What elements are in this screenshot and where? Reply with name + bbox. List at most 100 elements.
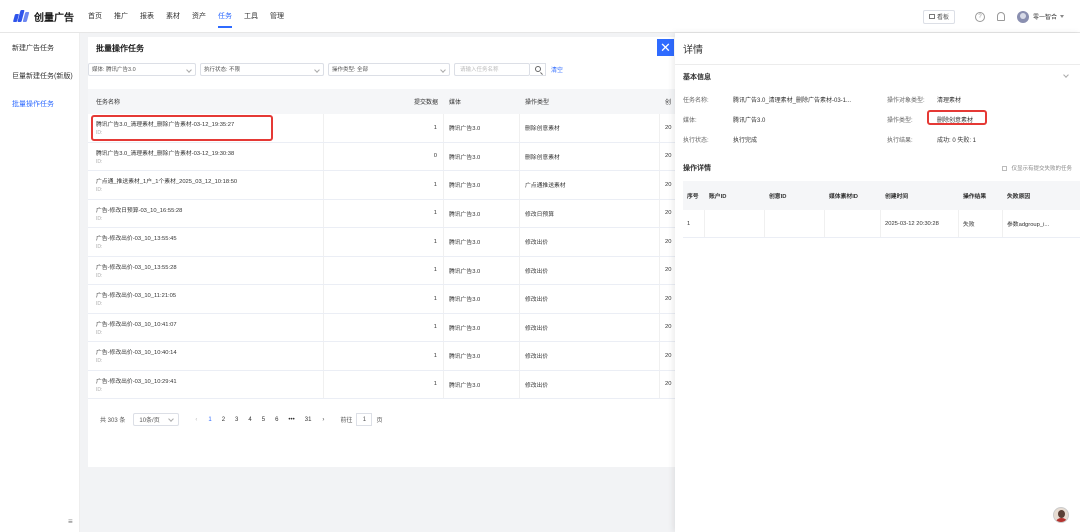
prev-page-button[interactable]: ‹ bbox=[195, 417, 197, 423]
nav-assets[interactable]: 资产 bbox=[192, 0, 206, 33]
field-task-name: 任务名称: 腾讯广告3.0_清理素材_删除广告素材-03-1... bbox=[683, 95, 851, 104]
sidebar-item-juliang-new-task[interactable]: 巨量新建任务(新版) bbox=[0, 65, 79, 93]
table-row[interactable]: 广告-修改出价-03_10_10:40:14 ID: 1 腾讯广告3.0 修改出价 20 bbox=[88, 342, 680, 371]
search-button[interactable] bbox=[530, 62, 546, 76]
app-logo[interactable]: 创量广告 bbox=[12, 9, 84, 24]
task-name[interactable]: 广告-修改出价-03_10_10:40:14 bbox=[96, 347, 323, 356]
cell-task-name[interactable]: 广告-修改日预算-03_10_16:55:28 ID: bbox=[88, 199, 324, 227]
table-row[interactable]: 腾讯广告3.0_清理素材_删除广告素材-03-12_19:30:38 ID: 0 腾讯… bbox=[88, 142, 680, 171]
cell-task-name[interactable]: 广点通_推送素材_1户_1个素材_2025_03_12_10:18:50 ID: bbox=[88, 171, 324, 199]
task-id: ID: bbox=[96, 187, 103, 194]
basic-info-title: 基本信息 bbox=[683, 74, 711, 81]
cell-index: 1 bbox=[683, 210, 705, 237]
cell-task-name[interactable]: 腾讯广告3.0_清理素材_删除广告素材-03-12_19:30:38 ID: bbox=[88, 142, 324, 170]
cell-op-type: 修改出价 bbox=[520, 370, 660, 398]
cell-task-name[interactable]: 广告-修改出价-03_10_13:55:45 ID: bbox=[88, 228, 324, 256]
nav-promotion[interactable]: 推广 bbox=[114, 0, 128, 33]
task-name[interactable]: 广点通_推送素材_1户_1个素材_2025_03_12_10:18:50 bbox=[96, 176, 323, 185]
user-name[interactable]: 零一智合 bbox=[1033, 12, 1057, 21]
help-icon[interactable]: ? bbox=[974, 11, 985, 22]
page-size-select[interactable]: 10条/页 bbox=[133, 413, 180, 426]
field-label: 执行结果: bbox=[887, 138, 913, 144]
next-page-button[interactable]: › bbox=[322, 417, 324, 423]
media-filter-select[interactable]: 媒体: 腾讯广告3.0 bbox=[88, 62, 196, 76]
task-name[interactable]: 广告-修改出价-03_10_13:55:28 bbox=[96, 262, 323, 271]
media-filter-value: 媒体: 腾讯广告3.0 bbox=[92, 67, 136, 73]
sidebar-item-batch-tasks[interactable]: 批量操作任务 bbox=[0, 93, 79, 121]
page-number[interactable]: 3 bbox=[235, 417, 238, 423]
field-label: 执行状态: bbox=[683, 138, 709, 144]
task-name[interactable]: 腾讯广告3.0_清理素材_删除广告素材-03-12_19:30:38 bbox=[96, 148, 323, 157]
page-number[interactable]: 1 bbox=[208, 417, 211, 423]
page-number[interactable]: 5 bbox=[262, 417, 265, 423]
task-name[interactable]: 广告-修改出价-03_10_10:29:41 bbox=[96, 376, 323, 385]
cell-media: 腾讯广告3.0 bbox=[444, 114, 520, 142]
cell-fail-reason[interactable]: 参数adgroup_i... bbox=[1003, 210, 1080, 237]
cell-submit-count: 1 bbox=[324, 171, 444, 199]
page-size-value: 10条/页 bbox=[139, 418, 160, 424]
table-row[interactable]: 广告-修改出价-03_10_10:41:07 ID: 1 腾讯广告3.0 修改出价 20 bbox=[88, 313, 680, 342]
sidebar: 新建广告任务 巨量新建任务(新版) 批量操作任务 ≡ bbox=[0, 33, 80, 532]
cell-task-name[interactable]: 广告-修改出价-03_10_10:40:14 ID: bbox=[88, 342, 324, 370]
field-value: 成功: 0 失败: 1 bbox=[937, 138, 977, 144]
clear-filters-link[interactable]: 清空 bbox=[551, 65, 563, 74]
collapse-chevron-icon[interactable] bbox=[1063, 72, 1069, 78]
only-failed-checkbox[interactable]: 仅显示有提交失败的任务 bbox=[1002, 164, 1072, 172]
table-row[interactable]: 广告-修改出价-03_10_13:55:28 ID: 1 腾讯广告3.0 修改出价 20 bbox=[88, 256, 680, 285]
task-name[interactable]: 广告-修改日预算-03_10_16:55:28 bbox=[96, 205, 323, 214]
highlight-annotation bbox=[927, 110, 987, 125]
user-avatar[interactable] bbox=[1016, 10, 1029, 23]
sidebar-item-new-ad-task[interactable]: 新建广告任务 bbox=[0, 37, 79, 65]
table-row[interactable]: 广告-修改出价-03_10_11:21:05 ID: 1 腾讯广告3.0 修改出价 20 bbox=[88, 285, 680, 314]
op-type-filter-select[interactable]: 操作类型: 全部 bbox=[328, 62, 450, 76]
kanban-button[interactable]: 看板 bbox=[922, 9, 955, 24]
table-row[interactable]: 广告-修改出价-03_10_13:55:45 ID: 1 腾讯广告3.0 修改出价 20 bbox=[88, 228, 680, 257]
table-row: 1 2025-03-12 20:30:28 失败 参数adgroup_i... bbox=[683, 210, 1080, 238]
nav-materials[interactable]: 素材 bbox=[166, 0, 180, 33]
close-drawer-button[interactable]: ✕ bbox=[657, 39, 674, 56]
support-chat-avatar[interactable] bbox=[1053, 507, 1069, 523]
task-name-search-input[interactable]: 请输入任务名称 bbox=[454, 62, 530, 76]
cell-task-name[interactable]: 广告-修改出价-03_10_10:29:41 ID: bbox=[88, 370, 324, 398]
page-ellipsis[interactable]: ••• bbox=[288, 417, 294, 423]
table-row[interactable]: 广告-修改出价-03_10_10:29:41 ID: 1 腾讯广告3.0 修改出价 20 bbox=[88, 370, 680, 399]
goto-label: 前往 bbox=[340, 418, 353, 424]
task-name[interactable]: 广告-修改出价-03_10_11:21:05 bbox=[96, 290, 323, 299]
nav-reports[interactable]: 报表 bbox=[140, 0, 154, 33]
nav-tasks[interactable]: 任务 bbox=[218, 0, 232, 33]
total-count: 共 303 条 bbox=[100, 418, 126, 424]
top-right-actions: 看板 ? 零一智合 bbox=[922, 0, 1064, 33]
task-name[interactable]: 广告-修改出价-03_10_13:55:45 bbox=[96, 233, 323, 242]
collapse-menu-icon[interactable]: ≡ bbox=[68, 517, 73, 526]
col-media: 媒体 bbox=[449, 100, 462, 106]
nav-tools[interactable]: 工具 bbox=[244, 0, 258, 33]
task-name[interactable]: 广告-修改出价-03_10_10:41:07 bbox=[96, 319, 323, 328]
cell-op-type: 修改出价 bbox=[520, 342, 660, 370]
col-op-type: 操作类型 bbox=[525, 100, 550, 106]
nav-home[interactable]: 首页 bbox=[88, 0, 102, 33]
page-numbers: 1 2 3 4 5 6 ••• 31 bbox=[203, 417, 316, 423]
page-title: 批量操作任务 bbox=[96, 44, 144, 53]
task-id: ID: bbox=[96, 329, 103, 336]
table-row[interactable]: 广告-修改日预算-03_10_16:55:28 ID: 1 腾讯广告3.0 修改日预算 2… bbox=[88, 199, 680, 228]
cell-task-name[interactable]: 腾讯广告3.0_清理素材_删除广告素材-03-12_19:35:27 ID: bbox=[88, 114, 324, 142]
table-row[interactable]: 广点通_推送素材_1户_1个素材_2025_03_12_10:18:50 ID: 1… bbox=[88, 171, 680, 200]
task-id: ID: bbox=[96, 386, 103, 393]
goto-page-input[interactable]: 1 bbox=[356, 413, 373, 426]
page-number[interactable]: 4 bbox=[248, 417, 251, 423]
chevron-down-icon bbox=[314, 66, 320, 73]
status-filter-select[interactable]: 执行状态: 不限 bbox=[200, 62, 324, 76]
nav-management[interactable]: 管理 bbox=[270, 0, 284, 33]
cell-task-name[interactable]: 广告-修改出价-03_10_13:55:28 ID: bbox=[88, 256, 324, 284]
top-navbar: 创量广告 首页 推广 报表 素材 资产 任务 工具 管理 看板 ? 零一智合 bbox=[0, 0, 1080, 33]
cell-task-name[interactable]: 广告-修改出价-03_10_11:21:05 ID: bbox=[88, 285, 324, 313]
table-row[interactable]: 腾讯广告3.0_清理素材_删除广告素材-03-12_19:35:27 ID: 1 腾讯… bbox=[88, 114, 680, 143]
bell-icon[interactable] bbox=[996, 12, 1005, 21]
chevron-down-icon[interactable] bbox=[1060, 15, 1064, 18]
cell-creative-id bbox=[765, 210, 825, 237]
page-number[interactable]: 6 bbox=[275, 417, 278, 423]
page-number[interactable]: 31 bbox=[305, 417, 312, 423]
cell-task-name[interactable]: 广告-修改出价-03_10_10:41:07 ID: bbox=[88, 313, 324, 341]
task-name[interactable]: 腾讯广告3.0_清理素材_删除广告素材-03-12_19:35:27 bbox=[96, 119, 323, 128]
page-number[interactable]: 2 bbox=[222, 417, 225, 423]
